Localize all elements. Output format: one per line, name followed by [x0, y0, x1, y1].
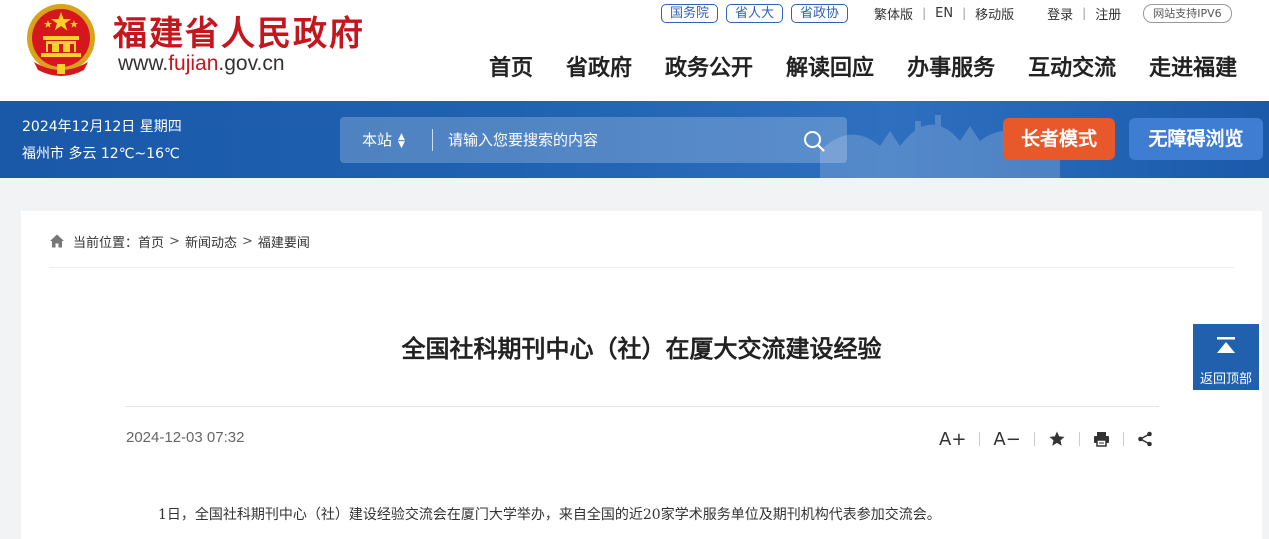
breadcrumb: 当前位置： 首页 > 新闻动态 > 福建要闻 — [49, 231, 310, 251]
search-band: 2024年12月12日 星期四 福州市 多云 12℃~16℃ 本站 ▲▼ 长者模式… — [0, 101, 1269, 178]
publish-date: 2024-12-03 07:32 — [126, 429, 245, 446]
article-title: 全国社科期刊中心（社）在厦大交流建设经验 — [401, 335, 882, 363]
divider — [1078, 432, 1080, 446]
arrow-up-icon — [1217, 337, 1235, 353]
search-scope-select[interactable]: 本站 ▲ ▼ — [362, 117, 405, 163]
article-card: 当前位置： 首页 > 新闻动态 > 福建要闻 全国社科期刊中心（社）在厦大交流建… — [21, 211, 1262, 539]
accessible-browse-button[interactable]: 无障碍浏览 — [1129, 118, 1263, 160]
breadcrumb-separator: > — [241, 233, 253, 249]
english-link[interactable]: EN — [935, 6, 953, 21]
star-icon — [1049, 431, 1065, 446]
url-prefix: www. — [118, 52, 169, 75]
elder-mode-button[interactable]: 长者模式 — [1003, 118, 1115, 160]
traditional-chinese-link[interactable]: 繁体版 — [874, 4, 913, 23]
link-provincial-congress[interactable]: 省人大 — [726, 3, 784, 23]
register-link[interactable]: 注册 — [1095, 4, 1121, 23]
article-paragraph: 1日，全国社科期刊中心（社）建设经验交流会在厦门大学举办，来自全国的近20家学术… — [158, 507, 941, 523]
nav-services[interactable]: 办事服务 — [907, 50, 995, 82]
ipv6-badge: 网站支持IPV6 — [1143, 3, 1232, 23]
divider — [1033, 432, 1035, 446]
breadcrumb-home[interactable]: 首页 — [138, 232, 164, 251]
search-scope-label: 本站 — [362, 131, 393, 149]
weather-info: 福州市 多云 12℃~16℃ — [22, 146, 180, 162]
nav-interaction[interactable]: 互动交流 — [1028, 50, 1116, 82]
back-to-top-label: 返回顶部 — [1199, 372, 1252, 387]
mobile-link[interactable]: 移动版 — [975, 4, 1014, 23]
divider: | — [962, 6, 967, 20]
current-date: 2024年12月12日 星期四 — [22, 119, 182, 135]
link-provincial-cppcc[interactable]: 省政协 — [791, 3, 849, 23]
divider: | — [922, 6, 927, 20]
nav-about-fujian[interactable]: 走进福建 — [1149, 50, 1237, 82]
breadcrumb-prefix: 当前位置： — [73, 235, 139, 251]
print-button[interactable] — [1093, 428, 1110, 450]
breadcrumb-news[interactable]: 新闻动态 — [185, 232, 237, 251]
site-title[interactable]: 福建省人民政府 — [113, 6, 365, 55]
share-icon — [1138, 431, 1152, 447]
nav-interpretation[interactable]: 解读回应 — [786, 50, 874, 82]
search-divider — [432, 129, 433, 151]
font-larger-button[interactable]: A+ — [939, 428, 966, 450]
main-nav: 首页 省政府 政务公开 解读回应 办事服务 互动交流 走进福建 — [489, 50, 1237, 82]
nav-provincial-government[interactable]: 省政府 — [566, 50, 632, 82]
back-to-top-button[interactable]: 返回顶部 — [1193, 324, 1259, 390]
breadcrumb-fujian-news[interactable]: 福建要闻 — [258, 232, 310, 251]
search-input[interactable] — [448, 126, 788, 154]
nav-government-affairs[interactable]: 政务公开 — [665, 50, 753, 82]
national-emblem-icon — [27, 4, 95, 76]
login-link[interactable]: 登录 — [1047, 4, 1073, 23]
home-icon — [50, 234, 64, 248]
link-state-council[interactable]: 国务院 — [661, 3, 719, 23]
nav-home[interactable]: 首页 — [489, 50, 533, 82]
site-url: www.fujian.gov.cn — [118, 52, 285, 76]
title-divider — [125, 406, 1159, 407]
top-links: 国务院 省人大 省政协 繁体版 | EN | 移动版 登录 | 注册 网站支持I… — [661, 3, 1232, 23]
breadcrumb-separator: > — [169, 233, 180, 249]
share-button[interactable] — [1137, 428, 1153, 450]
search-icon[interactable] — [802, 129, 826, 153]
url-suffix: .gov.cn — [218, 52, 285, 75]
divider: | — [1082, 6, 1087, 20]
breadcrumb-divider — [49, 267, 1234, 268]
article-tools: A+ A− — [939, 427, 1153, 451]
search-box: 本站 ▲ ▼ — [340, 117, 847, 163]
divider — [979, 432, 981, 446]
divider — [1122, 432, 1124, 446]
url-domain: fujian — [168, 52, 219, 75]
site-header: 福建省人民政府 www.fujian.gov.cn 国务院 省人大 省政协 繁体… — [0, 0, 1269, 101]
printer-icon — [1093, 432, 1109, 447]
favorite-button[interactable] — [1048, 428, 1066, 450]
font-smaller-button[interactable]: A− — [993, 428, 1020, 450]
sort-arrows-icon: ▲ ▼ — [398, 131, 405, 150]
